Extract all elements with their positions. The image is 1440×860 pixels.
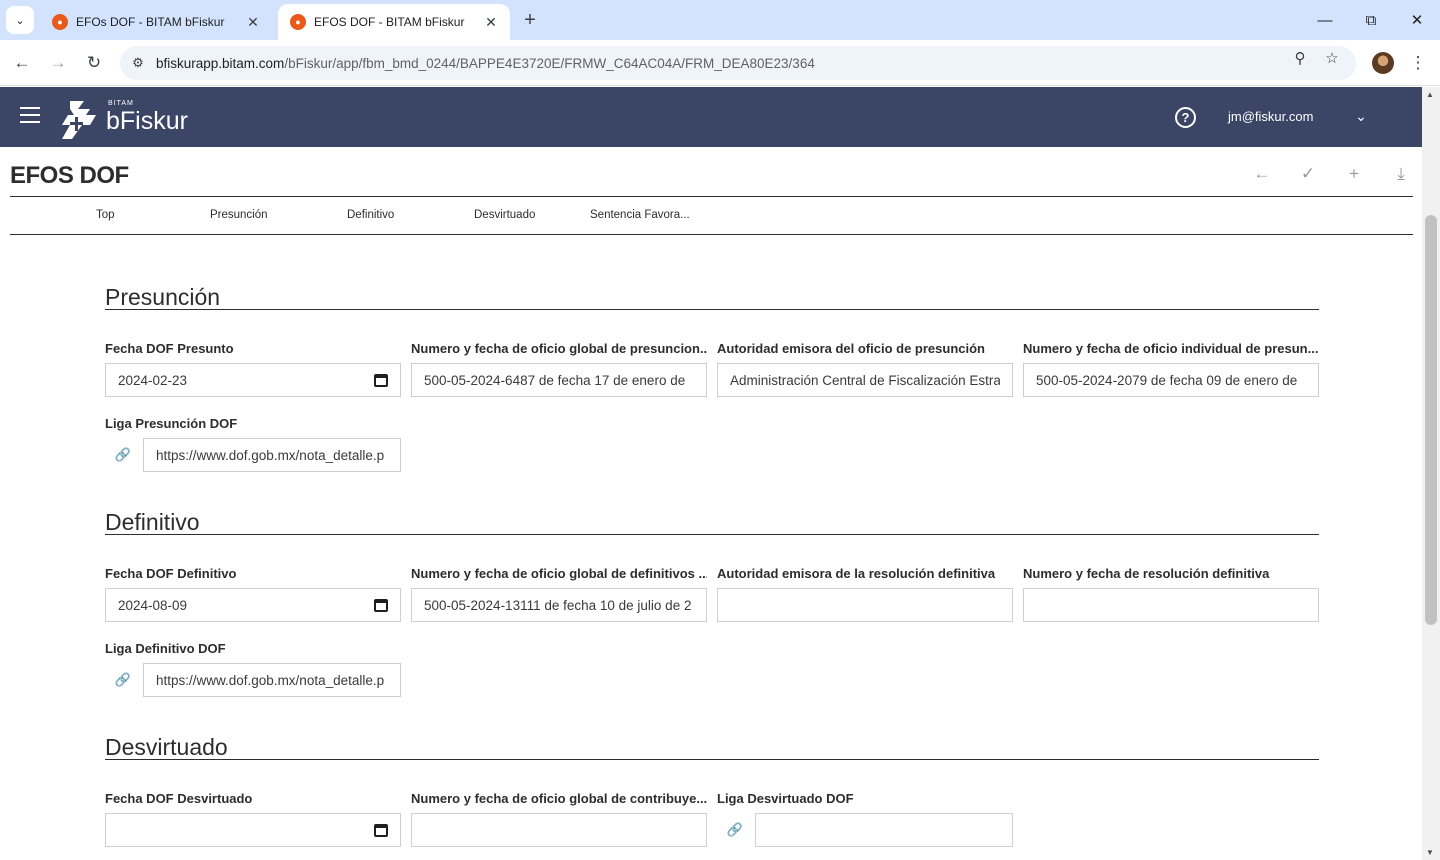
section-rule [105, 309, 1319, 310]
scrollbar-thumb[interactable] [1425, 215, 1437, 625]
section-title-presuncion: Presunción [105, 284, 221, 310]
url-path: /bFiskur/app/fbm_bmd_0244/BAPPE4E3720E/F… [284, 55, 815, 71]
subnav-presuncion[interactable]: Presunción [210, 209, 268, 221]
subnav-top[interactable]: Top [96, 209, 115, 221]
subnav-definitivo[interactable]: Definitivo [347, 209, 394, 221]
resolucion-definitiva-input[interactable] [1023, 588, 1319, 622]
link-icon[interactable]: 🔗 [115, 447, 131, 463]
autoridad-emisora-definitiva-input[interactable] [717, 588, 1013, 622]
user-email[interactable]: jm@fiskur.com [1228, 109, 1313, 124]
close-icon[interactable]: ✕ [244, 13, 262, 31]
title-divider [10, 196, 1413, 197]
oficio-global-contribuyentes-input[interactable] [411, 813, 707, 847]
browser-toolbar: ← → ↻ ⚙ bfiskurapp.bitam.com/bFiskur/app… [0, 40, 1440, 86]
download-icon[interactable]: ⤓ [1390, 163, 1412, 185]
tab-title: EFOs DOF - BITAM bFiskur [76, 15, 225, 29]
chevron-down-icon[interactable]: ⌄ [1352, 107, 1370, 125]
label-liga-definitivo-dof: Liga Definitivo DOF [105, 641, 226, 656]
page-title: EFOS DOF [10, 162, 129, 189]
oficio-global-presuncion-value: 500-05-2024-6487 de fecha 17 de enero de [424, 372, 686, 388]
scroll-down-arrow-icon[interactable]: ▼ [1426, 848, 1434, 857]
bfiskur-favicon-icon: ● [52, 14, 68, 30]
label-autoridad-emisora-presuncion: Autoridad emisora del oficio de presunci… [717, 341, 985, 356]
autoridad-emisora-presuncion-input[interactable]: Administración Central de Fiscalización … [717, 363, 1013, 397]
address-bar[interactable]: ⚙ bfiskurapp.bitam.com/bFiskur/app/fbm_b… [120, 46, 1356, 80]
profile-avatar[interactable] [1372, 52, 1394, 74]
label-autoridad-emisora-definitiva: Autoridad emisora de la resolución defin… [717, 566, 996, 581]
fecha-dof-desvirtuado-input[interactable] [105, 813, 401, 847]
oficio-individual-presuncion-value: 500-05-2024-2079 de fecha 09 de enero de [1036, 372, 1298, 388]
scroll-up-arrow-icon[interactable]: ▲ [1426, 90, 1434, 99]
link-icon[interactable]: 🔗 [727, 822, 743, 838]
link-icon[interactable]: 🔗 [115, 672, 131, 688]
close-icon[interactable]: ✕ [482, 13, 500, 31]
liga-definitivo-dof-input[interactable]: https://www.dof.gob.mx/nota_detalle.p [143, 663, 401, 697]
tab-search-button[interactable]: ⌄ [6, 6, 34, 34]
location-icon[interactable]: ⚲ [1290, 48, 1310, 68]
label-fecha-dof-desvirtuado: Fecha DOF Desvirtuado [105, 791, 253, 806]
logo-brand-small: BITAM [108, 100, 134, 107]
liga-presuncion-dof-input[interactable]: https://www.dof.gob.mx/nota_detalle.p [143, 438, 401, 472]
calendar-icon[interactable] [374, 598, 388, 612]
section-title-desvirtuado: Desvirtuado [105, 734, 228, 760]
help-icon[interactable]: ? [1175, 107, 1196, 128]
fecha-dof-definitivo-value: 2024-08-09 [118, 597, 188, 613]
bfiskur-logo: BITAM bFiskur [58, 95, 198, 141]
back-arrow-icon[interactable]: ← [1251, 163, 1273, 185]
oficio-individual-presuncion-input[interactable]: 500-05-2024-2079 de fecha 09 de enero de [1023, 363, 1319, 397]
save-check-icon[interactable]: ✓ [1297, 163, 1319, 185]
url-text: bfiskurapp.bitam.com/bFiskur/app/fbm_bmd… [156, 56, 815, 71]
label-oficio-global-contribuyentes: Numero y fecha de oficio global de contr… [411, 791, 707, 806]
label-oficio-global-presuncion: Numero y fecha de oficio global de presu… [411, 341, 707, 356]
section-rule [105, 534, 1319, 535]
label-oficio-global-definitivos: Numero y fecha de oficio global de defin… [411, 566, 707, 581]
browser-menu-icon[interactable]: ⋮ [1408, 51, 1428, 75]
fecha-dof-presunto-input[interactable]: 2024-02-23 [105, 363, 401, 397]
bookmark-star-icon[interactable]: ☆ [1322, 48, 1342, 68]
logo-text: bFiskur [106, 107, 188, 135]
oficio-global-presuncion-input[interactable]: 500-05-2024-6487 de fecha 17 de enero de [411, 363, 707, 397]
browser-tab-2[interactable]: ● EFOS DOF - BITAM bFiskur ✕ [278, 4, 510, 40]
subnav-desvirtuado[interactable]: Desvirtuado [474, 209, 535, 221]
forward-button[interactable]: → [44, 49, 72, 77]
label-fecha-dof-presunto: Fecha DOF Presunto [105, 341, 234, 356]
add-icon[interactable]: + [1343, 163, 1365, 185]
oficio-global-definitivos-value: 500-05-2024-13111 de fecha 10 de julio d… [424, 597, 692, 613]
liga-definitivo-dof-value: https://www.dof.gob.mx/nota_detalle.p [156, 672, 385, 688]
label-oficio-individual-presuncion: Numero y fecha de oficio individual de p… [1023, 341, 1319, 356]
label-resolucion-definitiva: Numero y fecha de resolución definitiva [1023, 566, 1270, 581]
minimize-button[interactable]: — [1302, 0, 1348, 40]
browser-tabstrip: ⌄ ● EFOs DOF - BITAM bFiskur ✕ ● EFOS DO… [0, 0, 1440, 40]
label-liga-desvirtuado-dof: Liga Desvirtuado DOF [717, 791, 854, 806]
subnav-divider [10, 234, 1413, 235]
window-close-button[interactable]: ✕ [1394, 0, 1440, 40]
subnav-sentencia-favorable[interactable]: Sentencia Favora... [590, 209, 690, 221]
calendar-icon[interactable] [374, 823, 388, 837]
url-host: bfiskurapp.bitam.com [156, 55, 285, 71]
restore-button[interactable]: ⧉ [1348, 0, 1394, 40]
section-title-definitivo: Definitivo [105, 509, 200, 535]
fecha-dof-presunto-value: 2024-02-23 [118, 372, 188, 388]
reload-button[interactable]: ↻ [80, 49, 108, 77]
browser-tab-1[interactable]: ● EFOs DOF - BITAM bFiskur ✕ [40, 4, 272, 40]
autoridad-emisora-presuncion-value: Administración Central de Fiscalización … [730, 372, 1000, 388]
liga-desvirtuado-dof-input[interactable] [755, 813, 1013, 847]
tab-title: EFOS DOF - BITAM bFiskur [314, 15, 465, 29]
app-header: BITAM bFiskur ? jm@fiskur.com ⌄ [0, 87, 1422, 147]
fecha-dof-definitivo-input[interactable]: 2024-08-09 [105, 588, 401, 622]
oficio-global-definitivos-input[interactable]: 500-05-2024-13111 de fecha 10 de julio d… [411, 588, 707, 622]
label-liga-presuncion-dof: Liga Presunción DOF [105, 416, 238, 431]
bfiskur-logo-mark-icon [62, 101, 96, 139]
hamburger-menu-icon[interactable] [20, 107, 40, 123]
new-tab-button[interactable]: + [518, 8, 542, 32]
calendar-icon[interactable] [374, 373, 388, 387]
bfiskur-favicon-icon: ● [290, 14, 306, 30]
back-button[interactable]: ← [8, 49, 36, 77]
liga-presuncion-dof-value: https://www.dof.gob.mx/nota_detalle.p [156, 447, 385, 463]
section-rule [105, 759, 1319, 760]
chevron-down-icon: ⌄ [15, 14, 25, 27]
label-fecha-dof-definitivo: Fecha DOF Definitivo [105, 566, 237, 581]
site-info-icon[interactable]: ⚙ [120, 55, 156, 71]
